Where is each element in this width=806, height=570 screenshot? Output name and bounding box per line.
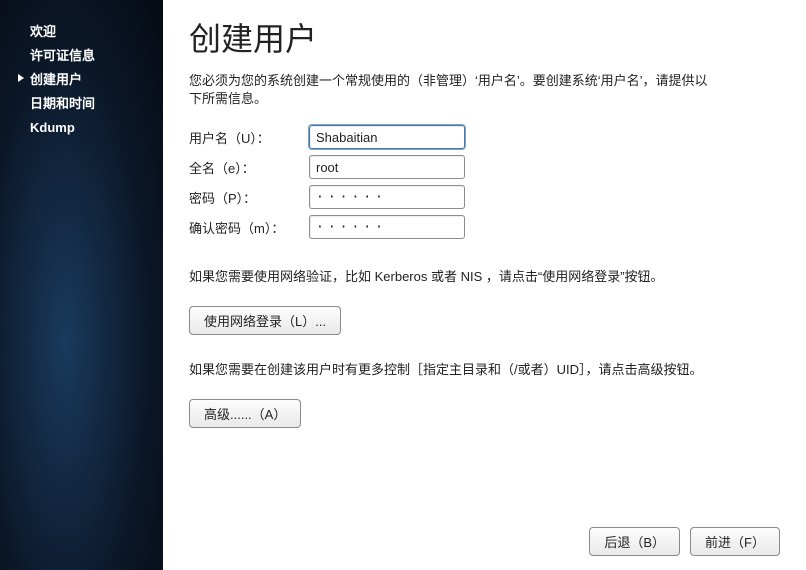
password-label: 密码（P）： xyxy=(189,188,309,207)
fullname-input[interactable] xyxy=(309,155,465,179)
fullname-label: 全名（e）： xyxy=(189,158,309,177)
nav-item-welcome[interactable]: 欢迎 xyxy=(0,20,163,44)
content-area: 创建用户 您必须为您的系统创建一个常规使用的（非管理）‘用户名’。要创建系统‘用… xyxy=(163,0,806,570)
forward-button[interactable]: 前进（F） xyxy=(690,527,780,556)
password-input[interactable] xyxy=(309,185,465,209)
username-input[interactable] xyxy=(309,125,465,149)
advanced-help-text: 如果您需要在创建该用户时有更多控制［指定主目录和（/或者）UID］，请点击高级按… xyxy=(189,361,709,379)
network-login-button[interactable]: 使用网络登录（L）... xyxy=(189,306,341,335)
nav-item-kdump[interactable]: Kdump xyxy=(0,116,163,140)
advanced-button[interactable]: 高级......（A） xyxy=(189,399,301,428)
footer: 后退（B） 前进（F） xyxy=(589,527,780,556)
confirm-password-label: 确认密码（m）： xyxy=(189,218,309,237)
network-help-text: 如果您需要使用网络验证，比如 Kerberos 或者 NIS ，请点击“使用网络… xyxy=(189,268,709,286)
back-button[interactable]: 后退（B） xyxy=(589,527,680,556)
nav-item-license[interactable]: 许可证信息 xyxy=(0,44,163,68)
sidebar: 欢迎 许可证信息 创建用户 日期和时间 Kdump xyxy=(0,0,163,570)
intro-text: 您必须为您的系统创建一个常规使用的（非管理）‘用户名’。要创建系统‘用户名’，请… xyxy=(189,72,709,108)
nav-item-datetime[interactable]: 日期和时间 xyxy=(0,92,163,116)
username-label: 用户名（U）： xyxy=(189,128,309,147)
nav-item-create-user[interactable]: 创建用户 xyxy=(0,68,163,92)
user-form: 用户名（U）： 全名（e）： 密码（P）： 确认密码（m）： xyxy=(189,122,780,242)
confirm-password-input[interactable] xyxy=(309,215,465,239)
page-title: 创建用户 xyxy=(189,14,780,60)
